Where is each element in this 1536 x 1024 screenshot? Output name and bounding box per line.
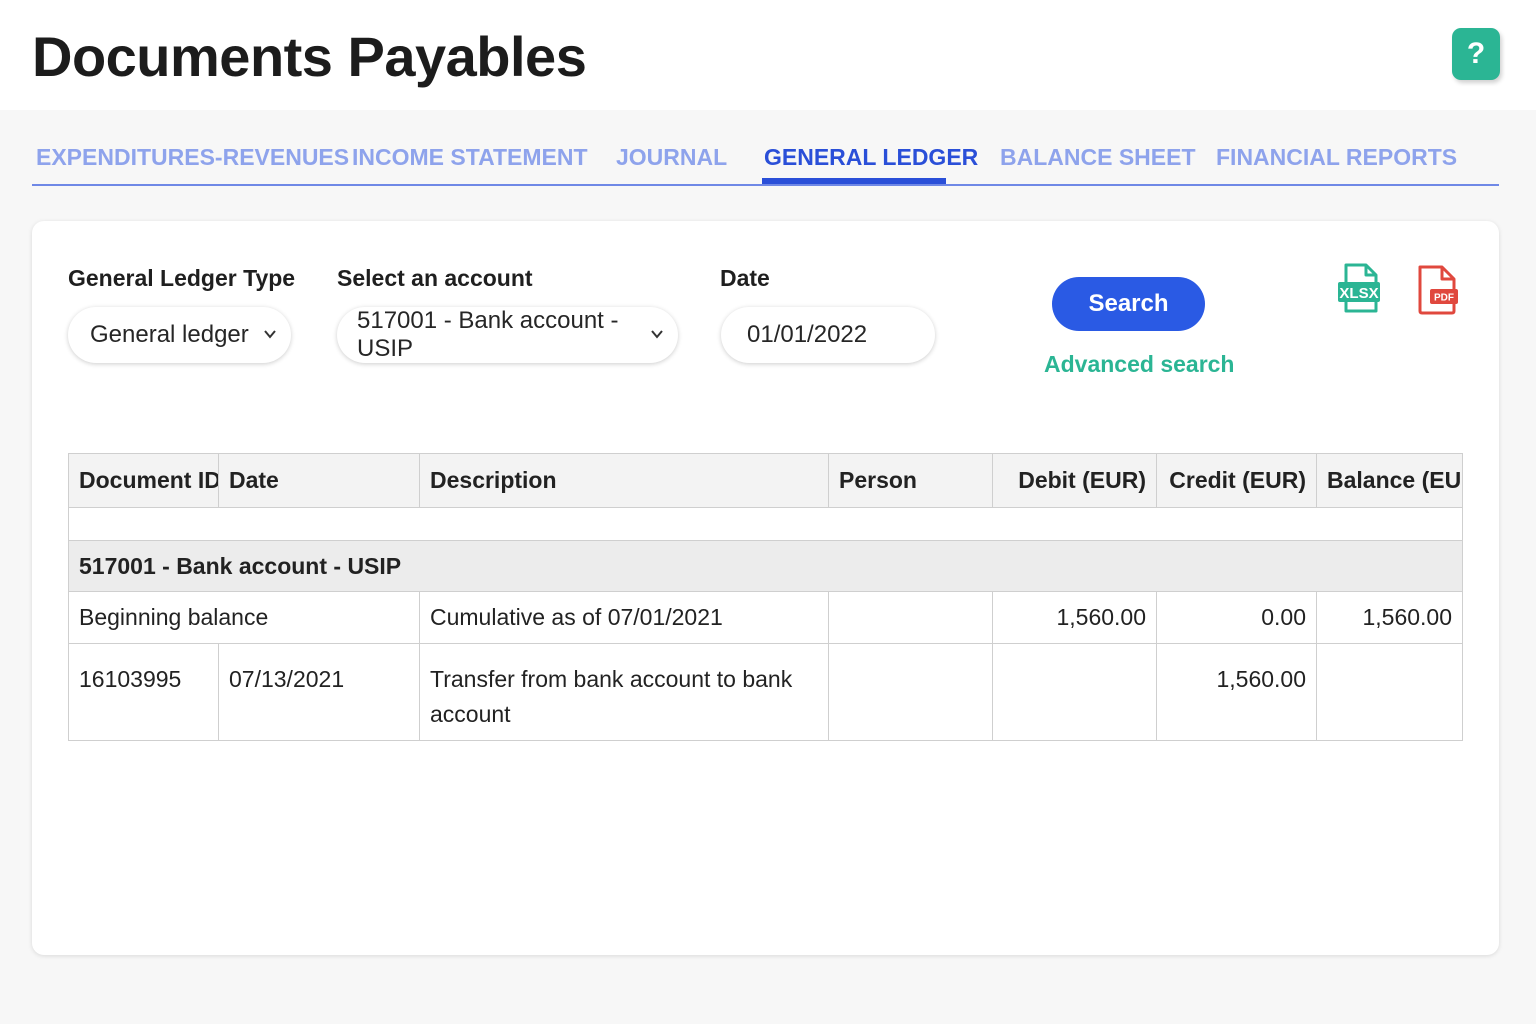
search-button[interactable]: Search [1052,277,1205,331]
page-title: Documents Payables [32,25,587,88]
column-header-balance[interactable]: Balance (EUR) [1316,453,1463,508]
column-header-person[interactable]: Person [828,453,993,508]
tab-financial-reports[interactable]: FINANCIAL REPORTS [1216,144,1457,171]
page-header: Documents Payables ? [0,0,1536,110]
report-tabs: EXPENDITURES-REVENUES INCOME STATEMENT J… [32,130,1499,186]
tab-general-ledger[interactable]: GENERAL LEDGER [764,144,978,171]
table-row[interactable]: Beginning balance Cumulative as of 07/01… [68,591,1463,644]
row-person [828,591,993,644]
row-document-id[interactable]: 16103995 [68,643,219,741]
account-value: 517001 - Bank account - USIP [357,307,619,362]
table-row[interactable]: 16103995 07/13/2021 Transfer from bank a… [68,643,1463,741]
row-credit: 1,560.00 [1156,643,1317,741]
account-group-row: 517001 - Bank account - USIP [68,540,1463,592]
chevron-down-icon [264,330,276,339]
table-spacer-row [68,507,1463,541]
xlsx-export-icon[interactable]: XLSX [1336,261,1384,317]
column-header-credit[interactable]: Credit (EUR) [1156,453,1317,508]
ledger-table: Document ID Date Description Person Debi… [68,453,1463,741]
xlsx-label: XLSX [1339,285,1378,302]
table-header-row: Document ID Date Description Person Debi… [68,453,1463,508]
tab-expenditures-revenues[interactable]: EXPENDITURES-REVENUES [36,144,349,171]
pdf-label: PDF [1434,293,1454,304]
account-group-label: 517001 - Bank account - USIP [68,540,1463,592]
ledger-type-label: General Ledger Type [68,265,296,291]
date-value: 01/01/2022 [747,321,868,348]
row-credit: 0.00 [1156,591,1317,644]
column-header-description[interactable]: Description [419,453,829,508]
chevron-down-icon [651,330,663,339]
tab-journal[interactable]: JOURNAL [616,144,727,171]
column-header-date[interactable]: Date [218,453,420,508]
ledger-type-select[interactable]: General ledger [68,307,291,363]
pdf-export-icon[interactable]: PDF [1414,263,1462,317]
row-balance [1316,643,1463,741]
row-balance: 1,560.00 [1316,591,1463,644]
beginning-balance-label: Beginning balance [68,591,420,644]
row-debit [992,643,1157,741]
column-header-debit[interactable]: Debit (EUR) [992,453,1157,508]
help-button[interactable]: ? [1452,28,1500,80]
general-ledger-card: General Ledger Type General ledger Selec… [32,221,1499,955]
account-label: Select an account [337,265,533,291]
row-debit: 1,560.00 [992,591,1157,644]
advanced-search-link[interactable]: Advanced search [1044,351,1234,378]
account-select[interactable]: 517001 - Bank account - USIP [337,307,678,363]
row-description: Transfer from bank account to bank accou… [419,643,829,741]
date-input[interactable]: 01/01/2022 [721,307,935,363]
date-label: Date [720,265,770,291]
help-icon: ? [1466,37,1486,70]
active-tab-indicator [762,178,946,184]
column-header-document-id[interactable]: Document ID [68,453,219,508]
ledger-type-value: General ledger [90,321,249,348]
tab-balance-sheet[interactable]: BALANCE SHEET [1000,144,1196,171]
row-description: Cumulative as of 07/01/2021 [419,591,829,644]
tab-income-statement[interactable]: INCOME STATEMENT [352,144,588,171]
row-person [828,643,993,741]
row-date: 07/13/2021 [218,643,420,741]
